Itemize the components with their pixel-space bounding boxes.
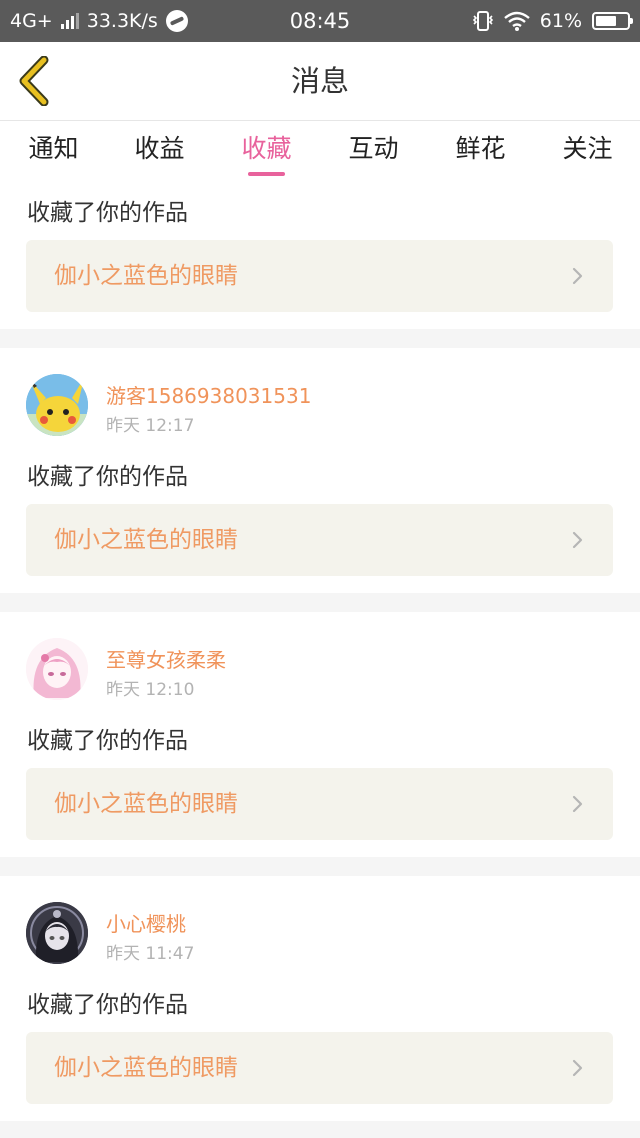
work-link[interactable]: 伽小之蓝色的眼睛: [26, 768, 613, 840]
dark-anime-girl-avatar[interactable]: [26, 902, 88, 964]
tab-bar: 通知 收益 收藏 互动 鲜花 关注: [0, 121, 640, 183]
tab-label: 收藏: [241, 134, 292, 163]
work-title: 伽小之蓝色的眼睛: [54, 527, 238, 553]
action-text: 收藏了你的作品: [27, 464, 188, 490]
timestamp: 昨天 11:47: [106, 944, 195, 964]
page-title: 消息: [290, 64, 349, 98]
action-text: 收藏了你的作品: [27, 200, 188, 226]
status-bar: 4G+ 33.3K/s 08:45 61%: [0, 0, 640, 42]
chevron-right-icon: [572, 1059, 583, 1077]
timestamp: 昨天 12:10: [106, 680, 195, 700]
message-card: 至尊女孩柔柔 昨天 12:10 收藏了你的作品 伽小之蓝色的眼睛: [0, 612, 640, 857]
chevron-right-icon: [572, 531, 583, 549]
tab-label: 鲜花: [455, 134, 506, 163]
work-title: 伽小之蓝色的眼睛: [54, 791, 238, 817]
username[interactable]: 小心樱桃: [106, 908, 186, 937]
message-card: 游客1586938031531 昨天 12:17 收藏了你的作品 伽小之蓝色的眼…: [0, 348, 640, 593]
battery-icon: [592, 12, 633, 30]
tab-earnings[interactable]: 收益: [106, 121, 213, 183]
message-card: 收藏了你的作品 伽小之蓝色的眼睛: [0, 183, 640, 329]
battery-percent: 61%: [539, 10, 582, 32]
message-card: 小心樱桃 昨天 11:47 收藏了你的作品 伽小之蓝色的眼睛: [0, 876, 640, 1121]
tab-follows[interactable]: 关注: [534, 121, 640, 183]
work-link[interactable]: 伽小之蓝色的眼睛: [26, 1032, 613, 1104]
work-link[interactable]: 伽小之蓝色的眼睛: [26, 504, 613, 576]
tab-notifications[interactable]: 通知: [0, 121, 107, 183]
tab-label: 互动: [348, 134, 399, 163]
tab-label: 收益: [134, 134, 185, 163]
avatar-image: [26, 374, 88, 436]
tab-label: 关注: [562, 134, 613, 163]
work-link[interactable]: 伽小之蓝色的眼睛: [26, 240, 613, 312]
avatar-image: [26, 638, 88, 700]
tab-favorites[interactable]: 收藏: [213, 121, 320, 183]
work-title: 伽小之蓝色的眼睛: [54, 263, 238, 289]
status-right: 61%: [472, 0, 633, 42]
vibrate-icon: [472, 11, 493, 31]
tab-flowers[interactable]: 鲜花: [427, 121, 534, 183]
tab-interactions[interactable]: 互动: [320, 121, 427, 183]
action-text: 收藏了你的作品: [27, 992, 188, 1018]
avatar-image: [26, 902, 88, 964]
tab-label: 通知: [28, 134, 79, 163]
timestamp: 昨天 12:17: [106, 416, 195, 436]
active-tab-indicator: [248, 172, 285, 176]
username[interactable]: 游客1586938031531: [106, 380, 311, 409]
header: 消息: [0, 42, 640, 121]
pink-anime-girl-avatar[interactable]: [26, 638, 88, 700]
chevron-right-icon: [572, 795, 583, 813]
pikachu-avatar[interactable]: [26, 374, 88, 436]
work-title: 伽小之蓝色的眼睛: [54, 1055, 238, 1081]
action-text: 收藏了你的作品: [27, 728, 188, 754]
username[interactable]: 至尊女孩柔柔: [106, 644, 226, 673]
wifi-icon: [503, 11, 530, 31]
chevron-right-icon: [572, 267, 583, 285]
